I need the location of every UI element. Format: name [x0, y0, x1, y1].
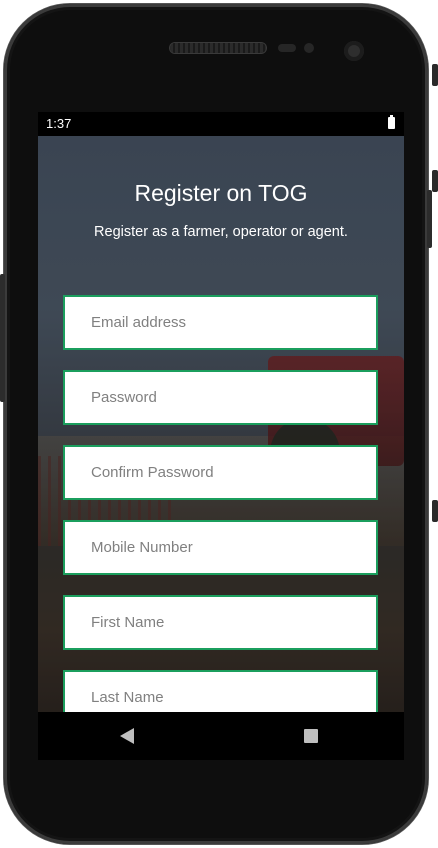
confirm-password-input[interactable] [91, 464, 376, 481]
front-camera-icon [344, 41, 364, 61]
last-name-field[interactable] [63, 670, 378, 712]
email-field[interactable] [63, 295, 378, 350]
first-name-field[interactable] [63, 595, 378, 650]
first-name-input[interactable] [91, 614, 376, 631]
status-bar: 1:37 [38, 112, 404, 136]
volume-button [0, 274, 5, 402]
recents-square-icon[interactable] [304, 729, 318, 743]
register-screen: Register on TOG Register as a farmer, op… [38, 136, 404, 712]
power-button [427, 190, 432, 248]
mobile-number-input[interactable] [91, 539, 376, 556]
mobile-number-field[interactable] [63, 520, 378, 575]
proximity-sensor [278, 44, 296, 52]
earpiece-speaker [170, 43, 266, 53]
android-nav-bar [38, 712, 404, 760]
page-title: Register on TOG [134, 180, 308, 206]
status-time: 1:37 [46, 116, 72, 131]
background-edge-mark [432, 500, 438, 522]
battery-full-icon [388, 115, 395, 129]
phone-frame: 1:37 Register on TOG Register as a farme… [0, 4, 432, 844]
background-edge-mark [432, 64, 438, 86]
device-screen: 1:37 Register on TOG Register as a farme… [38, 112, 404, 760]
light-sensor [304, 43, 314, 53]
confirm-password-field[interactable] [63, 445, 378, 500]
password-field[interactable] [63, 370, 378, 425]
back-triangle-icon[interactable] [120, 728, 134, 744]
password-input[interactable] [91, 389, 376, 406]
page-subtitle: Register as a farmer, operator or agent. [94, 224, 348, 240]
email-input[interactable] [91, 314, 376, 331]
background-edge-mark [432, 170, 438, 192]
last-name-input[interactable] [91, 689, 376, 706]
